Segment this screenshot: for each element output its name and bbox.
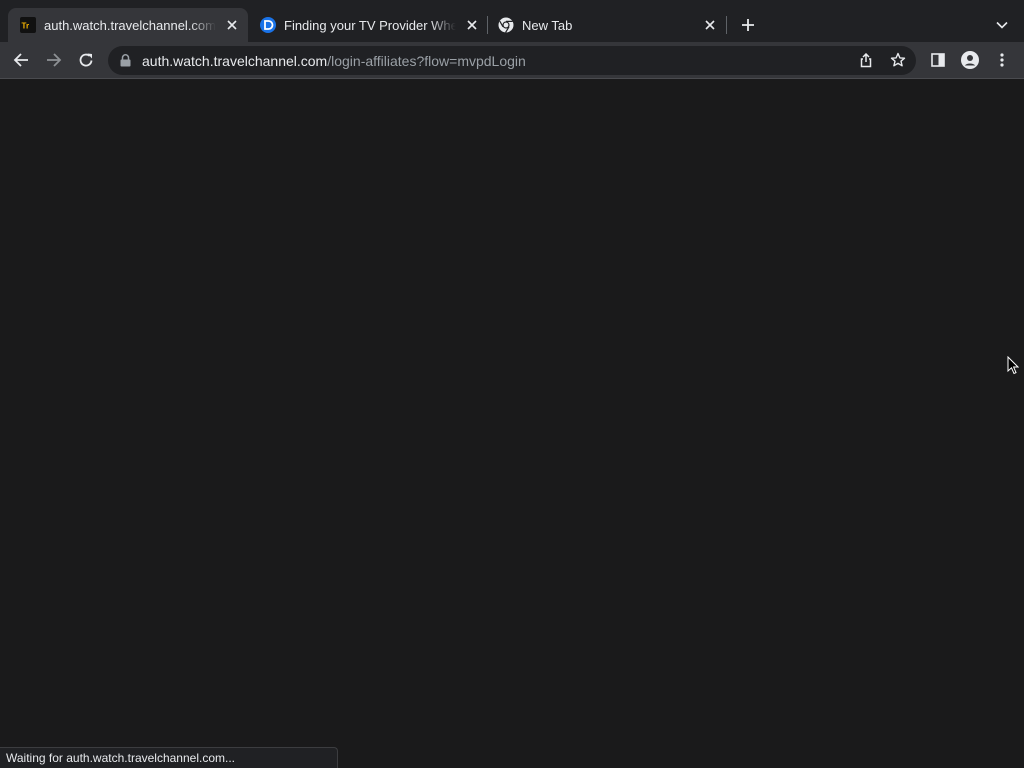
close-tab-icon[interactable] (462, 15, 482, 35)
close-tab-icon[interactable] (700, 15, 720, 35)
bookmark-star-icon[interactable] (887, 49, 909, 71)
travelchannel-favicon-icon: Tr (20, 17, 36, 33)
arrow-left-icon (13, 53, 28, 67)
forward-button[interactable] (42, 48, 66, 72)
url-path: /login-affiliates?flow=mvpdLogin (327, 52, 526, 69)
tab-title: auth.watch.travelchannel.com/ (44, 17, 216, 33)
profile-button[interactable] (958, 48, 982, 72)
tab-title: Finding your TV Provider When (284, 17, 456, 33)
arrow-right-icon (47, 53, 62, 67)
url-text[interactable]: auth.watch.travelchannel.com/login-affil… (142, 53, 526, 69)
reload-button[interactable] (74, 48, 98, 72)
tab-strip: Tr auth.watch.travelchannel.com/ Finding… (0, 0, 1024, 42)
chrome-favicon-icon (498, 17, 514, 33)
svg-text:Tr: Tr (22, 22, 30, 31)
reload-icon (79, 53, 93, 67)
status-bubble: Waiting for auth.watch.travelchannel.com… (0, 747, 338, 768)
close-tab-icon[interactable] (222, 15, 242, 35)
back-button[interactable] (9, 48, 33, 72)
tab-travelchannel[interactable]: Tr auth.watch.travelchannel.com/ (8, 8, 248, 42)
tab-directv[interactable]: Finding your TV Provider When (248, 8, 488, 42)
status-text: Waiting for auth.watch.travelchannel.com… (6, 751, 235, 765)
side-panel-icon (931, 53, 945, 67)
share-icon[interactable] (855, 49, 877, 71)
new-tab-button[interactable] (736, 13, 760, 37)
address-bar[interactable]: auth.watch.travelchannel.com/login-affil… (108, 46, 916, 75)
browser-toolbar: auth.watch.travelchannel.com/login-affil… (0, 42, 1024, 79)
side-panel-button[interactable] (926, 48, 950, 72)
directv-favicon-icon (260, 17, 276, 33)
lock-icon[interactable] (120, 54, 132, 68)
menu-button[interactable] (990, 48, 1014, 72)
page-content (0, 79, 1024, 768)
mouse-cursor-icon (1007, 355, 1020, 380)
tab-separator (726, 16, 727, 34)
tab-title: New Tab (522, 17, 573, 33)
url-host: auth.watch.travelchannel.com (142, 52, 328, 69)
profile-avatar-icon (961, 51, 979, 69)
plus-icon (742, 19, 754, 31)
tab-new-tab[interactable]: New Tab (486, 8, 726, 42)
tab-search-button[interactable] (990, 13, 1014, 37)
more-vert-icon (1000, 53, 1004, 67)
chevron-down-icon (996, 21, 1008, 29)
